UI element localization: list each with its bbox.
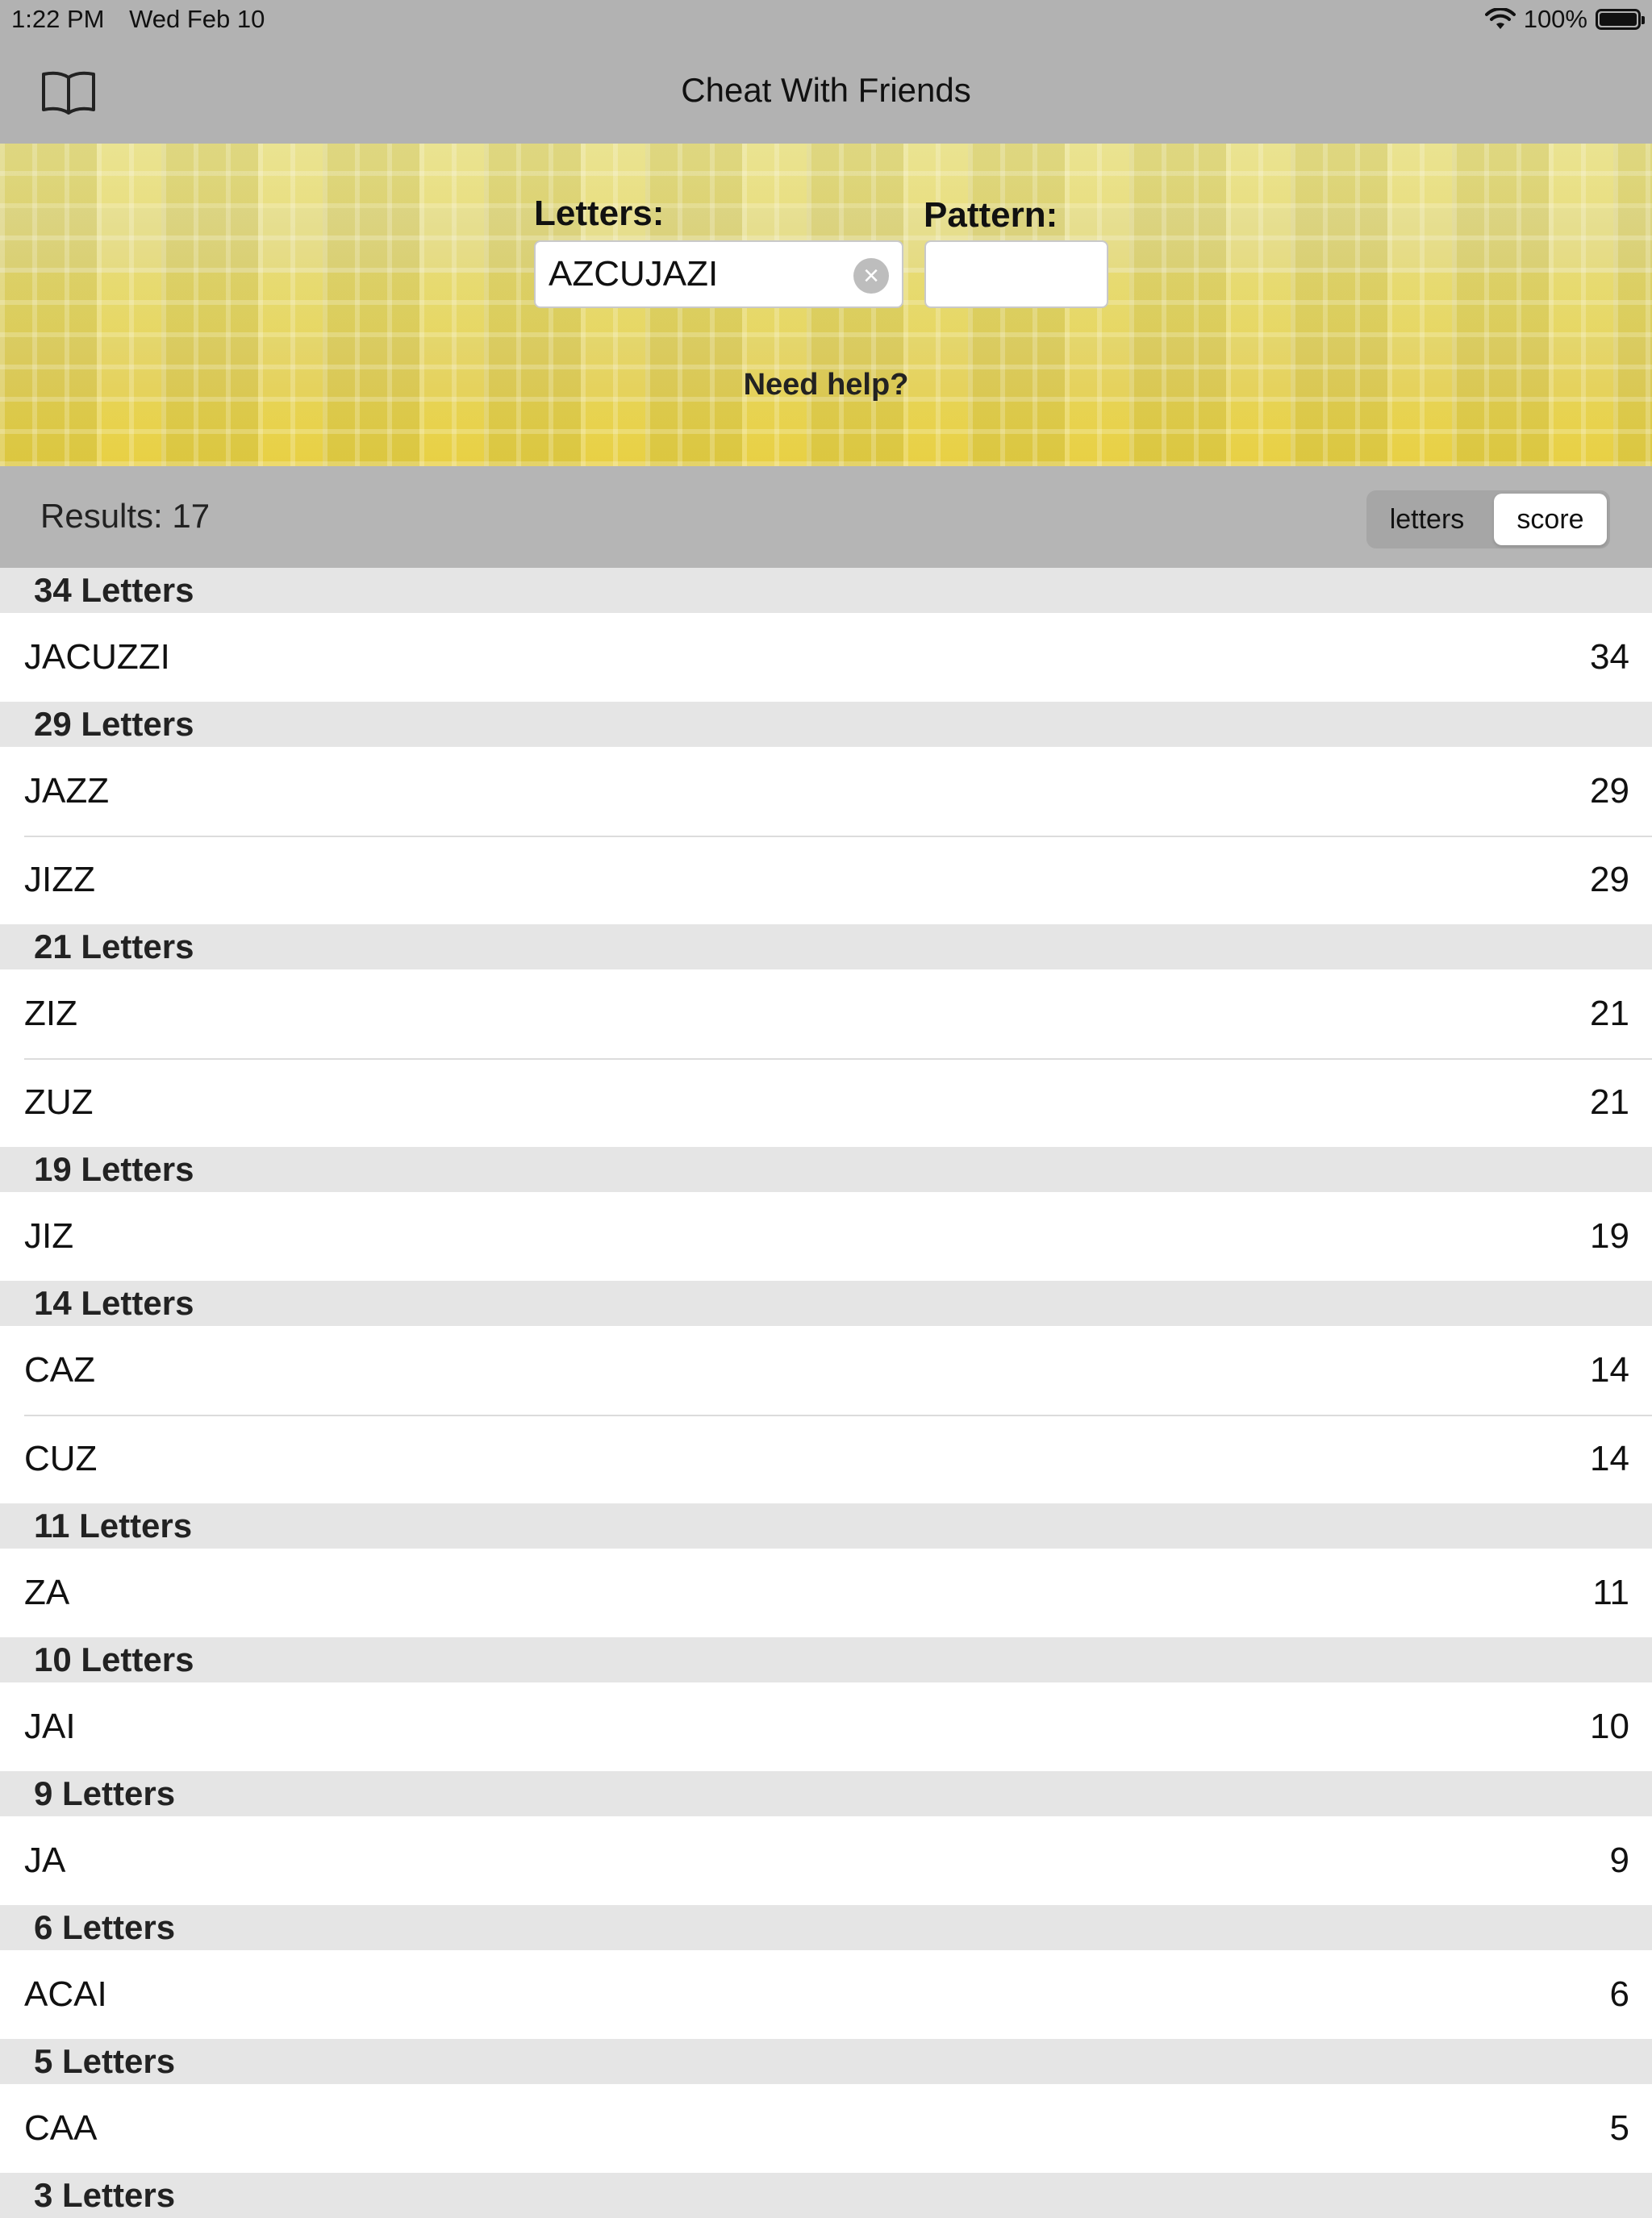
score-text: 19 [1590,1216,1629,1256]
list-item[interactable]: CAZ 14 [0,1326,1652,1415]
word-text: CAA [24,2108,98,2148]
section-header: 19 Letters [0,1147,1652,1192]
section-header: 10 Letters [0,1637,1652,1682]
score-text: 34 [1590,637,1629,677]
sort-score-button[interactable]: score [1494,494,1607,545]
section: 21 Letters ZIZ 21 ZUZ 21 [0,924,1652,1147]
section-header: 6 Letters [0,1905,1652,1950]
status-time: 1:22 PM Wed Feb 10 [11,5,265,34]
search-panel: Letters: Pattern: AZCUJAZI × Need help? [0,144,1652,466]
list-item[interactable]: JAI 10 [0,1682,1652,1771]
section-header: 9 Letters [0,1771,1652,1816]
word-text: ZIZ [24,994,77,1033]
score-text: 14 [1590,1439,1629,1478]
section-header: 29 Letters [0,702,1652,747]
section-header: 21 Letters [0,924,1652,969]
sort-control: letters score [1366,490,1610,548]
word-text: ZUZ [24,1082,94,1122]
letters-input[interactable]: AZCUJAZI [534,240,903,308]
word-text: JIZ [24,1216,74,1256]
results-list: 34 Letters JACUZZI 34 29 Letters JAZZ 29 J… [0,568,1652,2218]
word-text: JAZZ [24,771,110,811]
list-item[interactable]: JIZZ 29 [0,836,1652,924]
word-text: JA [24,1841,66,1880]
word-text: ACAI [24,1974,107,2014]
help-link[interactable]: Need help? [0,368,1652,402]
score-text: 5 [1609,2108,1629,2148]
word-text: JIZZ [24,860,95,899]
word-text: CAZ [24,1350,95,1390]
section: 11 Letters ZA 11 [0,1503,1652,1637]
section: 34 Letters JACUZZI 34 [0,568,1652,702]
section: 10 Letters JAI 10 [0,1637,1652,1771]
section: 6 Letters ACAI 6 [0,1905,1652,2039]
score-text: 11 [1592,1573,1629,1612]
score-text: 21 [1590,1082,1629,1122]
score-text: 29 [1590,860,1629,899]
battery-percent: 100% [1523,5,1587,33]
status-date: Wed Feb 10 [129,5,265,33]
list-item[interactable]: ZUZ 21 [0,1058,1652,1147]
list-item[interactable]: CUZ 14 [0,1415,1652,1503]
score-text: 21 [1590,994,1629,1033]
section-header: 5 Letters [0,2039,1652,2084]
results-count: Results: 17 [40,497,211,535]
score-text: 6 [1609,1974,1629,2014]
section: 9 Letters JA 9 [0,1771,1652,1905]
list-item[interactable]: ACAI 6 [0,1950,1652,2039]
page-title: Cheat With Friends [681,71,971,109]
section-header: 34 Letters [0,568,1652,613]
results-bar: Results: 17 letters score [0,466,1652,568]
score-text: 14 [1590,1350,1629,1390]
letters-label: Letters: [534,194,665,233]
section-header: 11 Letters [0,1503,1652,1549]
list-item[interactable]: CAA 5 [0,2084,1652,2173]
clear-icon[interactable]: × [853,258,889,294]
section: 14 Letters CAZ 14 CUZ 14 [0,1281,1652,1503]
status-indicators: 100% [1484,5,1645,34]
section-header: 3 Letters [0,2173,1652,2218]
score-text: 10 [1590,1707,1629,1746]
word-text: ZA [24,1573,70,1612]
sort-letters-button[interactable]: letters [1370,494,1484,545]
pattern-label: Pattern: [924,195,1058,235]
word-text: JACUZZI [24,637,170,677]
list-item[interactable]: JIZ 19 [0,1192,1652,1281]
pattern-input[interactable] [924,240,1108,308]
section: 29 Letters JAZZ 29 JIZZ 29 [0,702,1652,924]
list-item[interactable]: JAZZ 29 [0,747,1652,836]
wifi-icon [1484,8,1516,29]
battery-icon [1596,9,1645,30]
score-text: 9 [1609,1841,1629,1880]
section: 19 Letters JIZ 19 [0,1147,1652,1281]
top-bar: 1:22 PM Wed Feb 10 100% Cheat With Frien… [0,0,1652,144]
word-text: CUZ [24,1439,98,1478]
list-item[interactable]: ZA 11 [0,1549,1652,1637]
section: 5 Letters CAA 5 [0,2039,1652,2173]
list-item[interactable]: JA 9 [0,1816,1652,1905]
list-item[interactable]: JACUZZI 34 [0,613,1652,702]
list-item[interactable]: ZIZ 21 [0,969,1652,1058]
section-header: 14 Letters [0,1281,1652,1326]
status-clock: 1:22 PM [11,5,105,33]
word-text: JAI [24,1707,76,1746]
score-text: 29 [1590,771,1629,811]
section: 3 Letters [0,2173,1652,2218]
